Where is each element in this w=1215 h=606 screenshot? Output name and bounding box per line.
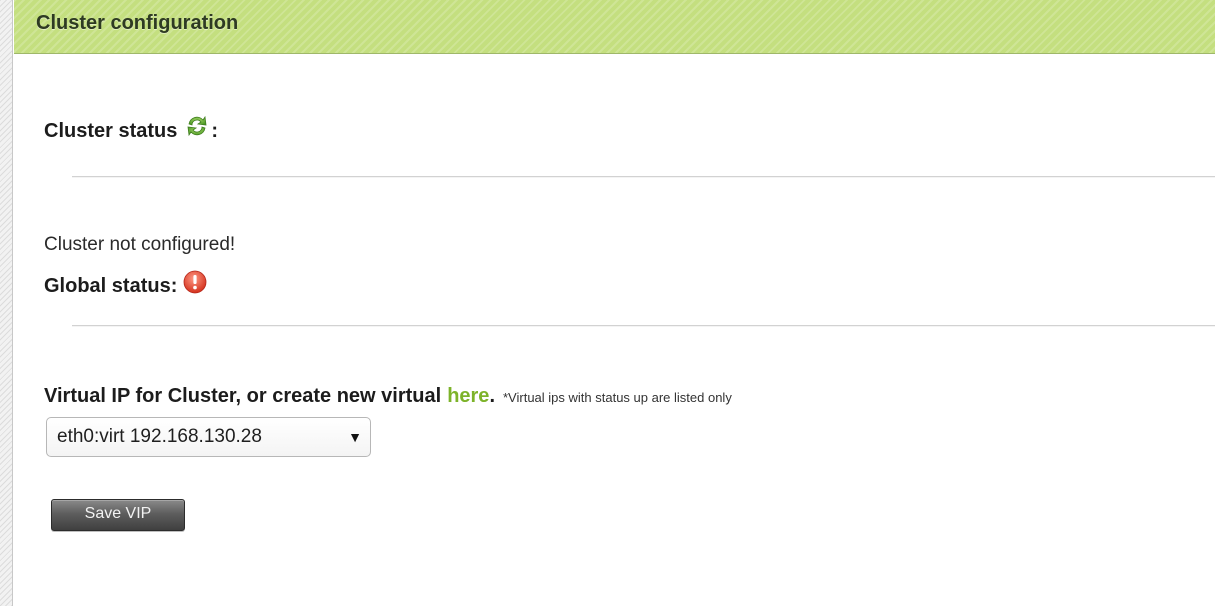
vip-label: Virtual IP for Cluster, or create new vi… (44, 385, 442, 407)
section-divider (72, 176, 1215, 178)
cluster-status-text: Cluster status (44, 120, 178, 142)
virtual-ip-select[interactable]: eth0:virt 192.168.130.28 ▼ (46, 417, 371, 457)
left-rail (0, 0, 13, 606)
global-status-label: Global status: (44, 270, 207, 298)
refresh-icon[interactable] (183, 112, 211, 140)
cluster-status-message: Cluster not configured! (44, 234, 236, 255)
create-virtual-link[interactable]: here (447, 385, 489, 408)
save-vip-button[interactable]: Save VIP (51, 499, 185, 531)
alert-icon (183, 270, 207, 294)
cluster-status-colon: : (211, 120, 219, 142)
vip-label-row: Virtual IP for Cluster, or create new vi… (44, 385, 732, 408)
panel-header: Cluster configuration (14, 0, 1215, 54)
cluster-status-label: Cluster status : (44, 115, 219, 143)
cluster-configuration-panel: Cluster configuration Cluster status : C… (14, 0, 1215, 606)
vip-note: *Virtual ips with status up are listed o… (503, 390, 732, 405)
chevron-down-icon: ▼ (348, 429, 362, 445)
global-status-text: Global status: (44, 275, 178, 297)
panel-title: Cluster configuration (36, 12, 239, 34)
virtual-ip-select-value: eth0:virt 192.168.130.28 (57, 426, 262, 447)
section-divider (72, 325, 1215, 327)
vip-label-period: . (489, 385, 495, 407)
